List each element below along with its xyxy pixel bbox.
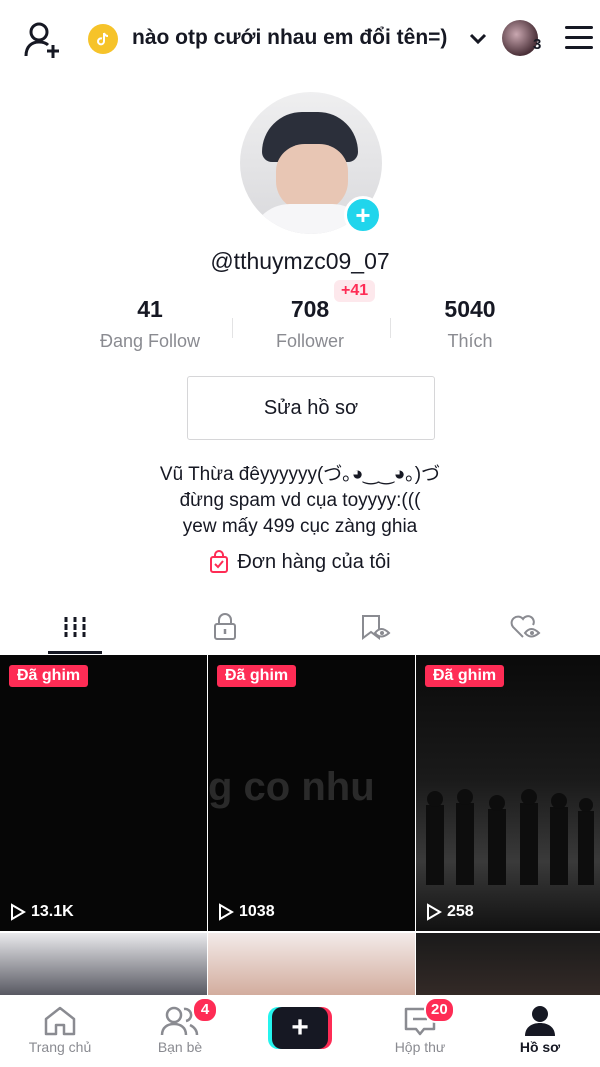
top-bar: nào otp cưới nhau em đổi tên=) 3 <box>0 0 600 78</box>
add-user-icon[interactable] <box>22 20 62 60</box>
pinned-badge: Đã ghim <box>425 665 505 687</box>
stat-likes[interactable]: 5040 Thích <box>390 296 550 356</box>
bio-line: yew mấy 499 cục zàng ghia <box>182 516 418 537</box>
play-icon <box>427 903 442 921</box>
pinned-badge: Đã ghim <box>9 665 89 687</box>
stat-divider <box>232 318 233 338</box>
bookmark-eye-icon <box>362 615 391 640</box>
home-icon <box>44 1006 76 1036</box>
video-overlay-text: g co nhu <box>208 765 375 809</box>
lock-icon <box>214 613 236 640</box>
nav-label: Hộp thư <box>394 1039 446 1055</box>
tab-saved[interactable] <box>300 600 450 654</box>
bio-line: đừng spam vd cụa toyyyy:((( <box>179 490 421 511</box>
shopping-bag-icon <box>210 550 229 573</box>
nav-friends[interactable]: 4 Bạn bè <box>120 995 240 1067</box>
notification-badge: 4 <box>192 997 218 1023</box>
nav-label: Hồ sơ <box>519 1039 561 1055</box>
stat-label: Follower <box>275 331 345 351</box>
create-icon: + <box>268 1007 332 1049</box>
play-icon <box>11 903 26 921</box>
profile-tabs <box>0 600 600 654</box>
stat-divider <box>390 318 391 338</box>
nav-home[interactable]: Trang chủ <box>0 995 120 1067</box>
heart-eye-icon <box>510 615 541 638</box>
profile-handle: @tthuymzc09_07 <box>210 248 390 274</box>
stat-value: 41 <box>137 296 163 322</box>
add-avatar-button[interactable]: + <box>344 196 382 234</box>
coin-icon[interactable] <box>88 24 118 54</box>
stat-label: Đang Follow <box>99 331 201 351</box>
nav-create[interactable]: + <box>240 995 360 1067</box>
menu-icon[interactable] <box>565 26 595 50</box>
edit-profile-button[interactable]: Sửa hồ sơ <box>187 376 435 440</box>
profile-stats: 41 Đang Follow 708 Follower 5040 Thích <box>70 296 550 356</box>
play-icon <box>219 903 234 921</box>
account-count: 3 <box>533 36 542 53</box>
account-switcher-name[interactable]: nào otp cưới nhau em đổi tên=) <box>132 26 447 50</box>
profile-icon <box>525 1006 555 1036</box>
view-count: 1038 <box>218 903 275 921</box>
nav-label: Trang chủ <box>28 1039 92 1055</box>
view-count-value: 13.1K <box>31 903 74 920</box>
view-count: 13.1K <box>10 903 74 921</box>
stat-label: Thích <box>447 331 493 351</box>
bottom-nav: Trang chủ 4 Bạn bè + 20 Hộp thư Hồ sơ <box>0 995 600 1067</box>
nav-profile[interactable]: Hồ sơ <box>480 995 600 1067</box>
grid-icon <box>62 617 88 637</box>
video-frame-figures <box>426 789 594 885</box>
profile-bio: Vũ Thừa đêyyyyyy(づ｡◕‿‿◕｡)づ đừng spam vd … <box>0 462 600 540</box>
notification-badge: 20 <box>424 997 455 1023</box>
stat-value: 708 <box>290 296 330 322</box>
nav-inbox[interactable]: 20 Hộp thư <box>360 995 480 1067</box>
nav-label: Bạn bè <box>157 1039 203 1055</box>
view-count-value: 258 <box>447 903 474 920</box>
tab-liked[interactable] <box>450 600 600 654</box>
tab-videos[interactable] <box>0 600 150 654</box>
my-orders-label: Đơn hàng của tôi <box>237 550 391 573</box>
bio-line: Vũ Thừa đêyyyyyy(づ｡◕‿‿◕｡)づ <box>159 464 441 485</box>
video-thumbnail[interactable]: g co nhu Đã ghim 1038 <box>208 655 415 931</box>
my-orders-link[interactable]: Đơn hàng của tôi <box>0 550 600 574</box>
stat-followers[interactable]: 708 Follower <box>230 296 390 356</box>
chevron-down-icon[interactable] <box>467 28 489 50</box>
view-count-value: 1038 <box>239 903 275 920</box>
tab-private[interactable] <box>150 600 300 654</box>
view-count: 258 <box>426 903 474 921</box>
video-thumbnail[interactable]: Đã ghim 258 <box>416 655 600 931</box>
pinned-badge: Đã ghim <box>217 665 297 687</box>
stat-following[interactable]: 41 Đang Follow <box>70 296 230 356</box>
stat-value: 5040 <box>444 296 496 322</box>
video-thumbnail[interactable]: Đã ghim 13.1K <box>0 655 207 931</box>
